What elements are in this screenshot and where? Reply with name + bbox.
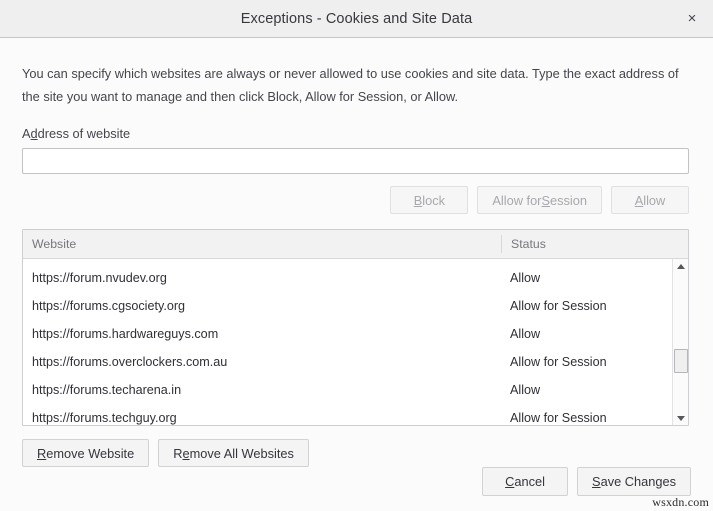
save-accesskey: S bbox=[592, 474, 601, 489]
address-input[interactable] bbox=[22, 148, 689, 174]
address-label-prefix: A bbox=[22, 126, 31, 141]
dialog-body: You can specify which websites are alway… bbox=[0, 38, 713, 511]
save-changes-button[interactable]: Save Changes bbox=[577, 467, 691, 496]
remove-button-row: Remove Website Re move All Websites bbox=[22, 439, 691, 467]
table-row[interactable]: https://forums.cgsociety.org Allow for Se… bbox=[23, 292, 672, 320]
address-label-suffix: dress of website bbox=[37, 126, 131, 141]
block-button-accesskey: B bbox=[413, 192, 423, 208]
column-header-website[interactable]: Website bbox=[23, 237, 501, 251]
remove-all-prefix: R bbox=[173, 445, 183, 461]
remove-all-accesskey: e bbox=[182, 445, 190, 461]
remove-website-suffix: emove Website bbox=[46, 445, 135, 461]
dialog-footer: Cancel Save Changes bbox=[482, 467, 691, 496]
allow-button[interactable]: Allow bbox=[611, 186, 689, 214]
cell-website: https://forums.hardwareguys.com bbox=[32, 327, 219, 341]
list-body: https://forum.nvudev.org Allow https://for… bbox=[23, 259, 688, 425]
remove-website-accesskey: R bbox=[37, 445, 47, 461]
table-row[interactable]: https://forum.nvudev.org Allow bbox=[23, 264, 672, 292]
cell-website: https://forums.techarena.in bbox=[32, 383, 182, 397]
cell-status: Allow for Session bbox=[510, 299, 607, 313]
table-row[interactable]: https://forums.techguy.org Allow for Sess… bbox=[23, 404, 672, 425]
permission-button-row: Block Allow for Session Allow bbox=[22, 186, 689, 214]
allow-button-suffix: llow bbox=[643, 192, 666, 208]
cell-website: https://forums.techguy.org bbox=[32, 411, 177, 425]
cancel-accesskey: C bbox=[505, 474, 515, 489]
cell-website: https://forum.nvudev.org bbox=[32, 271, 167, 285]
cell-status: Allow for Session bbox=[510, 411, 607, 425]
save-suffix: ave Changes bbox=[600, 474, 676, 489]
remove-all-suffix: move All Websites bbox=[189, 445, 294, 461]
address-label-accesskey: d bbox=[30, 126, 38, 141]
cancel-button[interactable]: Cancel bbox=[482, 467, 569, 496]
list-header-row: Website Status bbox=[23, 230, 688, 259]
cell-status: Allow bbox=[510, 327, 541, 341]
address-field-label: Address of website bbox=[22, 126, 691, 141]
dialog-title: Exceptions - Cookies and Site Data bbox=[240, 10, 473, 27]
cell-status: Allow bbox=[510, 271, 541, 285]
allow-session-accesskey: S bbox=[541, 192, 550, 208]
scroll-up-arrow-icon[interactable] bbox=[673, 259, 688, 273]
allow-button-accesskey: A bbox=[634, 192, 644, 208]
dialog-description: You can specify which websites are alway… bbox=[22, 66, 679, 104]
block-button[interactable]: Block bbox=[390, 186, 469, 214]
table-row[interactable]: https://forums.techarena.in Allow bbox=[23, 376, 672, 404]
exceptions-list: Website Status https://forum.nvudev.org A… bbox=[22, 229, 689, 426]
column-header-status[interactable]: Status bbox=[501, 235, 688, 253]
cell-status: Allow for Session bbox=[510, 355, 607, 369]
remove-all-websites-button[interactable]: Re move All Websites bbox=[158, 439, 309, 467]
allow-for-session-button[interactable]: Allow for Session bbox=[477, 186, 602, 214]
scrollbar-thumb[interactable] bbox=[674, 348, 688, 373]
block-button-suffix: lock bbox=[422, 192, 446, 208]
watermark: wsxdn.com bbox=[652, 495, 709, 509]
dialog-titlebar: Exceptions - Cookies and Site Data × bbox=[0, 0, 713, 38]
allow-session-suffix: ession bbox=[550, 192, 587, 208]
cell-status: Allow bbox=[510, 383, 541, 397]
table-row[interactable]: https://forums.hardwareguys.com Allow bbox=[23, 320, 672, 348]
cell-website: https://forums.overclockers.com.au bbox=[32, 355, 228, 369]
cancel-suffix: ancel bbox=[514, 474, 545, 489]
remove-website-button[interactable]: Remove Website bbox=[22, 439, 150, 467]
list-scrollbar[interactable] bbox=[672, 259, 688, 425]
cell-website: https://forums.cgsociety.org bbox=[32, 299, 186, 313]
list-rows: https://forum.nvudev.org Allow https://for… bbox=[23, 259, 672, 425]
close-icon[interactable]: × bbox=[679, 6, 705, 32]
scrollbar-track[interactable] bbox=[673, 273, 688, 411]
allow-session-prefix: Allow for bbox=[492, 192, 542, 208]
table-row[interactable]: https://forums.overclockers.com.au Allow … bbox=[23, 348, 672, 376]
scroll-down-arrow-icon[interactable] bbox=[673, 411, 688, 425]
